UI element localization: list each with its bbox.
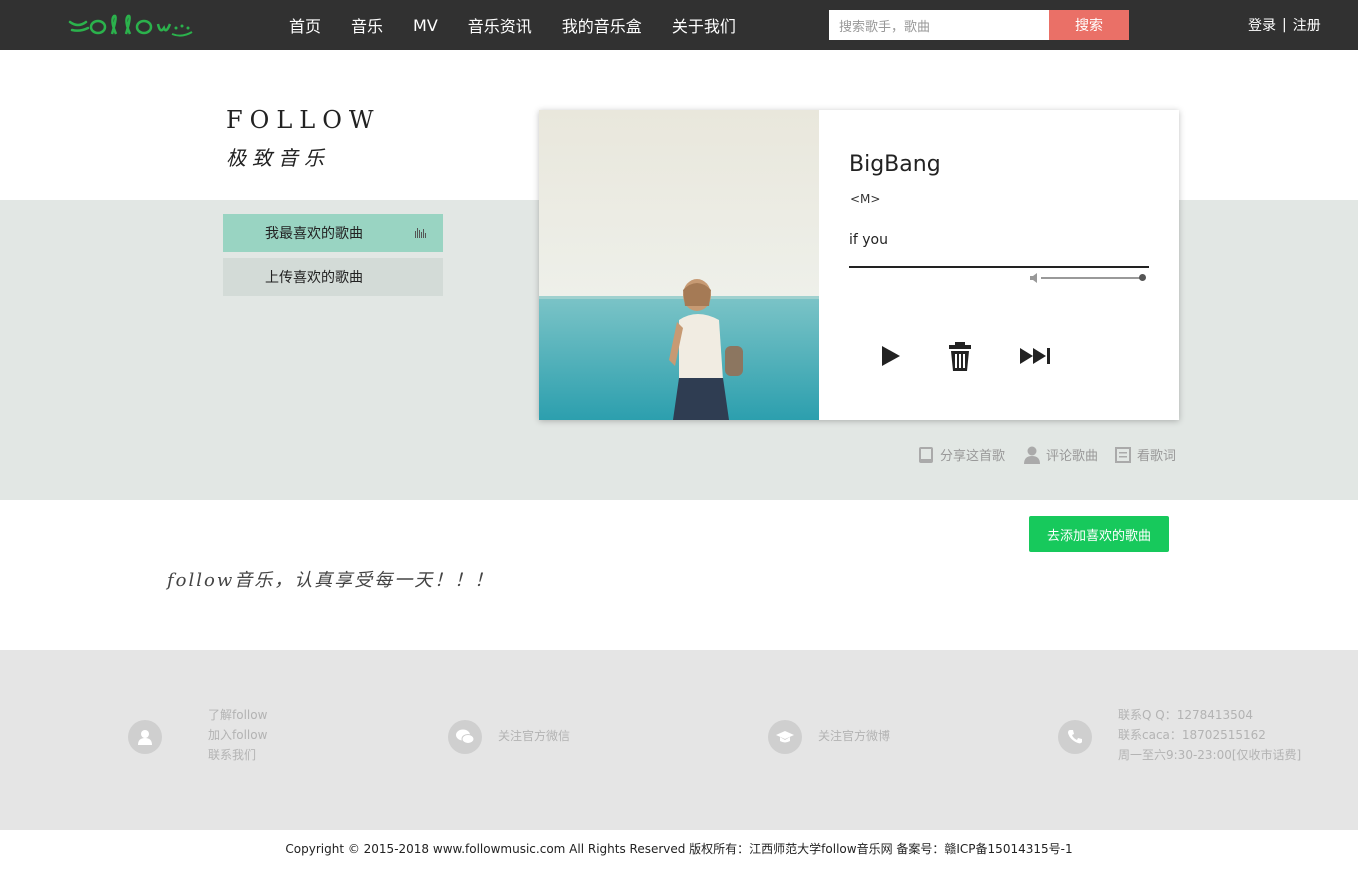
brand-title: FOLLOW (226, 106, 381, 134)
search-input[interactable]: 搜索歌手，歌曲 (829, 10, 1049, 40)
nav-my-music-box[interactable]: 我的音乐盒 (562, 13, 642, 37)
lyrics-label: 看歌词 (1137, 449, 1177, 464)
comment-song-action[interactable]: 评论歌曲 (1024, 445, 1098, 464)
equalizer-icon (415, 228, 426, 238)
share-song-action[interactable]: 分享这首歌 (918, 445, 1005, 464)
brand-subtitle: 极致音乐 (226, 146, 330, 170)
contact-info: 联系Q Q：1278413504 联系caca：18702515162 周一至六… (1118, 705, 1301, 765)
copyright-text: Copyright © 2015-2018 www.followmusic.co… (285, 842, 1073, 856)
delete-icon[interactable] (942, 340, 978, 372)
wechat-follow-link[interactable]: 关注官方微信 (498, 726, 570, 746)
contact-qq: 联系Q Q：1278413504 (1118, 708, 1254, 722)
album-name: <M> (850, 192, 881, 206)
contact-hours: 周一至六9:30-23:00[仅收市话费] (1118, 748, 1302, 762)
nav-mv[interactable]: MV (413, 16, 438, 35)
about-follow-link[interactable]: 了解follow (208, 705, 267, 725)
about-icon (128, 720, 162, 754)
volume-knob[interactable] (1139, 274, 1146, 281)
play-icon[interactable] (873, 340, 909, 372)
wechat-icon (448, 720, 482, 754)
volume-icon[interactable] (1029, 273, 1039, 283)
sidebar-item-label: 上传喜欢的歌曲 (265, 270, 363, 286)
login-link[interactable]: 登录 (1248, 15, 1276, 35)
contact-phone: 联系caca：18702515162 (1118, 728, 1266, 742)
weibo-icon (768, 720, 802, 754)
auth-separator: | (1282, 17, 1287, 33)
add-favorite-songs-button[interactable]: 去添加喜欢的歌曲 (1029, 516, 1169, 552)
slogan-text: follow音乐，认真享受每一天！！！ (167, 570, 495, 591)
volume-slider[interactable] (1041, 277, 1143, 279)
phone-icon (1058, 720, 1092, 754)
nav-music-news[interactable]: 音乐资讯 (468, 13, 532, 37)
next-track-icon[interactable] (1018, 340, 1054, 372)
follow-logo[interactable] (68, 10, 198, 40)
auth-links: 登录 | 注册 (1248, 0, 1321, 50)
share-icon (919, 446, 933, 463)
progress-bar[interactable] (849, 266, 1149, 268)
sidebar-item-favorite-songs[interactable]: 我最喜欢的歌曲 (223, 214, 443, 252)
about-links: 了解follow 加入follow 联系我们 (208, 705, 267, 765)
comment-label: 评论歌曲 (1046, 449, 1099, 464)
nav-about-us[interactable]: 关于我们 (672, 13, 736, 37)
album-cover-image (539, 110, 819, 420)
search-button[interactable]: 搜索 (1049, 10, 1129, 40)
artist-name: BigBang (849, 152, 941, 177)
view-lyrics-action[interactable]: 看歌词 (1115, 445, 1176, 464)
nav-home[interactable]: 首页 (289, 13, 321, 37)
player-card: BigBang <M> if you (539, 110, 1179, 420)
song-title: if you (849, 232, 888, 248)
nav-music[interactable]: 音乐 (351, 13, 383, 37)
top-navbar: 首页 音乐 MV 音乐资讯 我的音乐盒 关于我们 搜索歌手，歌曲 搜索 登录 |… (0, 0, 1358, 50)
user-icon (1024, 446, 1040, 464)
register-link[interactable]: 注册 (1293, 15, 1321, 35)
share-label: 分享这首歌 (940, 449, 1006, 464)
join-follow-link[interactable]: 加入follow (208, 725, 267, 745)
sidebar-item-label: 我最喜欢的歌曲 (265, 226, 363, 242)
sidebar-item-upload-songs[interactable]: 上传喜欢的歌曲 (223, 258, 443, 296)
main-nav: 首页 音乐 MV 音乐资讯 我的音乐盒 关于我们 (289, 0, 766, 50)
weibo-follow-link[interactable]: 关注官方微博 (818, 726, 890, 746)
lyrics-icon (1115, 446, 1131, 463)
contact-us-link[interactable]: 联系我们 (208, 745, 267, 765)
